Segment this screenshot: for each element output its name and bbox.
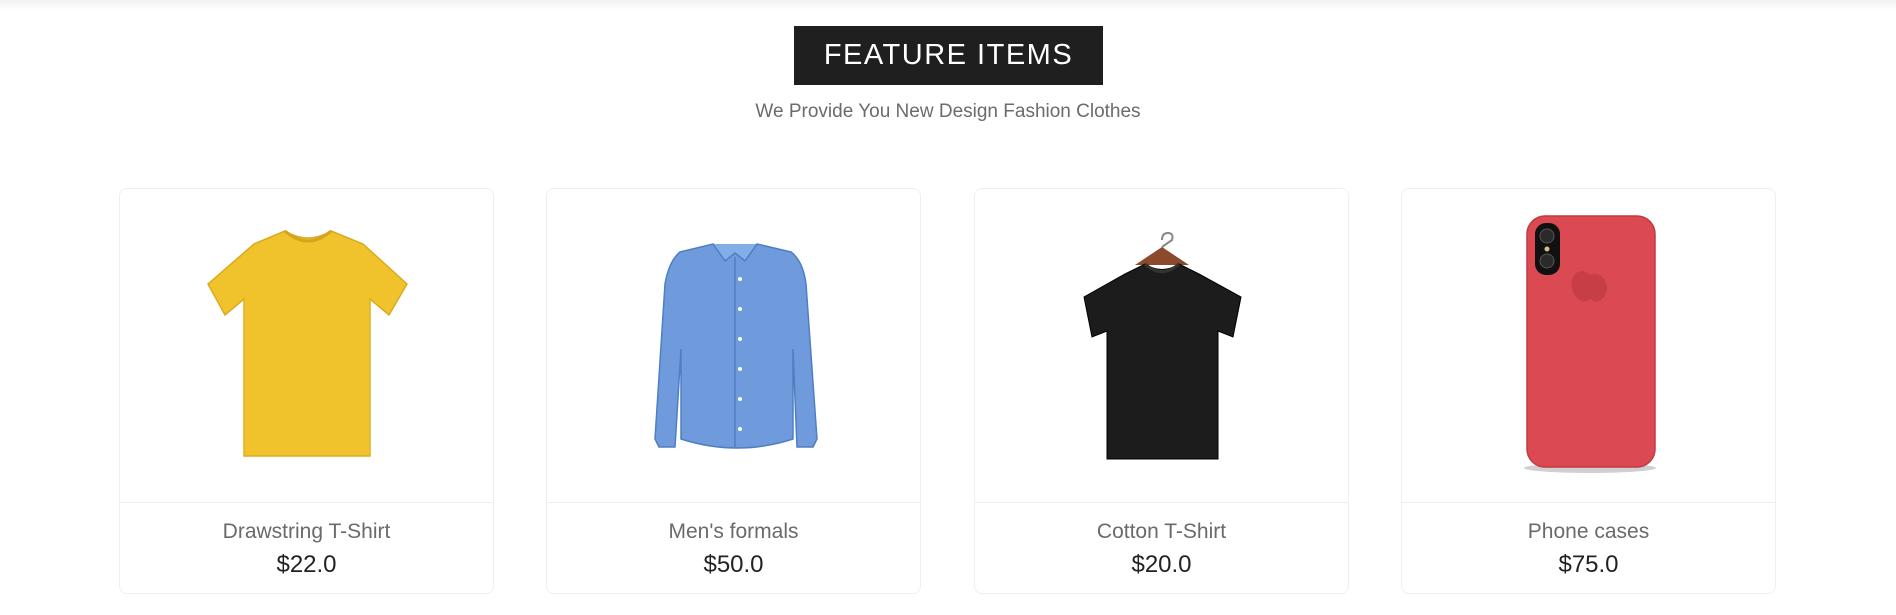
product-card-mens-formals[interactable]: Men's formals $50.0 xyxy=(546,188,921,594)
product-name[interactable]: Drawstring T-Shirt xyxy=(120,520,493,544)
blue-formal-shirt-image xyxy=(654,243,818,449)
black-tshirt-on-hanger-image xyxy=(1083,231,1242,460)
product-price: $75.0 xyxy=(1558,551,1619,578)
yellow-tshirt-image xyxy=(207,229,408,457)
section-subtitle: We Provide You New Design Fashion Clothe… xyxy=(755,101,1141,122)
product-card-cotton-tshirt[interactable]: Cotton T-Shirt $20.0 xyxy=(974,188,1349,594)
product-price: $50.0 xyxy=(703,551,764,578)
product-price: $22.0 xyxy=(276,551,337,578)
section-title: FEATURE ITEMS xyxy=(794,26,1103,85)
product-name[interactable]: Phone cases xyxy=(1402,520,1775,544)
header-shadow xyxy=(0,0,1896,10)
section-title-text: FEATURE ITEMS xyxy=(823,39,1074,71)
product-image[interactable] xyxy=(1402,189,1775,503)
product-name[interactable]: Cotton T-Shirt xyxy=(975,520,1348,544)
product-price: $20.0 xyxy=(1131,551,1192,578)
red-phone-case-image xyxy=(1524,215,1656,473)
product-image[interactable] xyxy=(975,189,1348,503)
product-name[interactable]: Men's formals xyxy=(547,520,920,544)
product-image[interactable] xyxy=(547,189,920,503)
product-card-phone-cases[interactable]: Phone cases $75.0 xyxy=(1401,188,1776,594)
product-card-drawstring-tshirt[interactable]: Drawstring T-Shirt $22.0 xyxy=(119,188,494,594)
product-image[interactable] xyxy=(120,189,493,503)
